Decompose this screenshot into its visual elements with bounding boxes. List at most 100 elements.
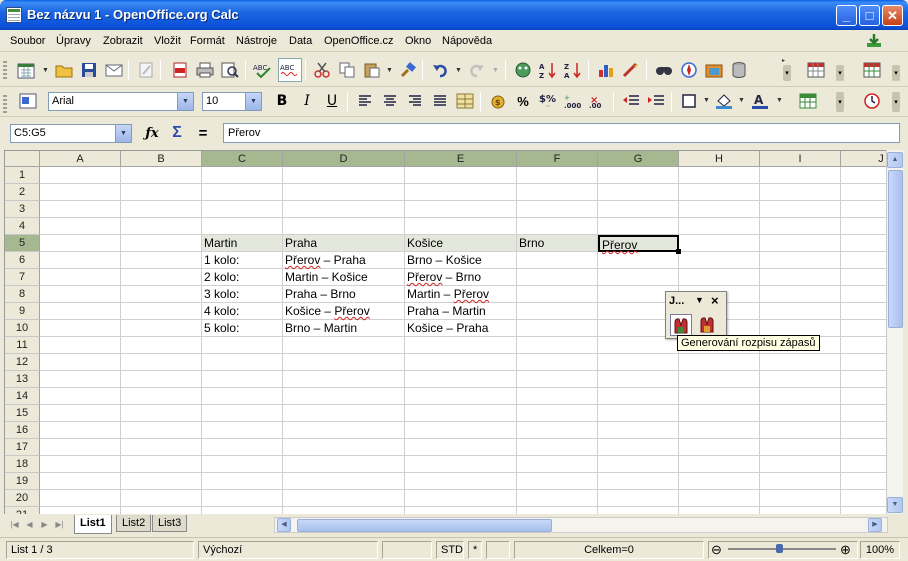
cell-j19[interactable] (841, 473, 886, 490)
cell-a6[interactable] (40, 252, 121, 269)
undo-icon[interactable] (430, 60, 450, 80)
cell-e17[interactable] (405, 439, 517, 456)
cell-d5[interactable]: Praha (283, 235, 405, 252)
paste-icon[interactable] (362, 60, 382, 80)
italic-icon[interactable]: I (297, 91, 317, 111)
cell-j21[interactable] (841, 507, 886, 514)
cell-g16[interactable] (598, 422, 679, 439)
cell-c3[interactable] (202, 201, 283, 218)
toolbar-options-arrow[interactable]: ▸ (782, 57, 785, 64)
cell-j13[interactable] (841, 371, 886, 388)
show-draw-functions-icon[interactable] (621, 60, 641, 80)
font-color-icon[interactable]: A (750, 91, 770, 111)
cell-e5[interactable]: Košice (405, 235, 517, 252)
background-dropdown-icon[interactable]: ▼ (738, 97, 745, 104)
cell-f19[interactable] (517, 473, 598, 490)
cell-h14[interactable] (679, 388, 760, 405)
sort-descending-icon[interactable]: ZA (563, 60, 583, 80)
cell-j18[interactable] (841, 456, 886, 473)
align-center-icon[interactable] (380, 91, 400, 111)
toolbar-options-button[interactable]: ▾ (836, 65, 844, 81)
menu-okno[interactable]: Okno (405, 35, 431, 47)
cell-f14[interactable] (517, 388, 598, 405)
maximize-button[interactable]: □ (859, 5, 880, 26)
cell-j3[interactable] (841, 201, 886, 218)
column-header-j[interactable]: J (841, 151, 886, 167)
generate-schedule-button[interactable] (670, 314, 692, 336)
merge-cells-icon[interactable] (455, 91, 475, 111)
cell-c5[interactable]: Martin (202, 235, 283, 252)
cell-d8[interactable]: Praha – Brno (283, 286, 405, 303)
underline-icon[interactable]: U (322, 91, 342, 111)
cell-f17[interactable] (517, 439, 598, 456)
fill-handle[interactable] (676, 249, 681, 254)
cell-e15[interactable] (405, 405, 517, 422)
cell-c9[interactable]: 4 kolo: (202, 303, 283, 320)
cell-f2[interactable] (517, 184, 598, 201)
cell-f5[interactable]: Brno (517, 235, 598, 252)
next-sheet-icon[interactable]: ▶ (38, 518, 51, 531)
cell-b20[interactable] (121, 490, 202, 507)
menu-nastroje[interactable]: Nástroje (236, 35, 277, 47)
menu-openoffice-cz[interactable]: OpenOffice.cz (324, 35, 394, 47)
cell-i20[interactable] (760, 490, 841, 507)
cell-e19[interactable] (405, 473, 517, 490)
find-replace-icon[interactable] (654, 60, 674, 80)
cell-b7[interactable] (121, 269, 202, 286)
cell-a9[interactable] (40, 303, 121, 320)
menu-soubor[interactable]: Soubor (10, 35, 45, 47)
scroll-up-button[interactable]: ▲ (887, 152, 903, 168)
cell-j1[interactable] (841, 167, 886, 184)
cell-j6[interactable] (841, 252, 886, 269)
cell-a11[interactable] (40, 337, 121, 354)
align-left-icon[interactable] (355, 91, 375, 111)
cell-j14[interactable] (841, 388, 886, 405)
currency-format-icon[interactable]: $ (488, 91, 508, 111)
close-icon[interactable]: × (711, 293, 719, 308)
cell-h4[interactable] (679, 218, 760, 235)
cell-j9[interactable] (841, 303, 886, 320)
cell-e13[interactable] (405, 371, 517, 388)
row-header-19[interactable]: 19 (5, 473, 40, 490)
row-header-5[interactable]: 5 (5, 235, 40, 252)
cell-g15[interactable] (598, 405, 679, 422)
toolbar-options-button[interactable]: ▾ (836, 92, 844, 112)
scroll-right-button[interactable]: ▶ (868, 518, 882, 532)
cell-f7[interactable] (517, 269, 598, 286)
zoom-in-icon[interactable]: ⊕ (840, 542, 851, 558)
email-document-icon[interactable] (104, 60, 124, 80)
copy-icon[interactable] (337, 60, 357, 80)
cell-j17[interactable] (841, 439, 886, 456)
column-header-a[interactable]: A (40, 151, 121, 167)
cell-j2[interactable] (841, 184, 886, 201)
menu-upravy[interactable]: Úpravy (56, 35, 91, 47)
close-button[interactable]: ✕ (882, 5, 903, 26)
cell-f21[interactable] (517, 507, 598, 514)
row-header-13[interactable]: 13 (5, 371, 40, 388)
cell-h16[interactable] (679, 422, 760, 439)
cell-i14[interactable] (760, 388, 841, 405)
gallery-icon[interactable] (704, 60, 724, 80)
cell-a7[interactable] (40, 269, 121, 286)
hyperlink-icon[interactable] (513, 60, 533, 80)
row-header-8[interactable]: 8 (5, 286, 40, 303)
cell-d4[interactable] (283, 218, 405, 235)
cell-e18[interactable] (405, 456, 517, 473)
cell-d6[interactable]: Přerov – Praha (283, 252, 405, 269)
row-header-9[interactable]: 9 (5, 303, 40, 320)
toolbar-options-button[interactable]: ▾ (892, 65, 900, 81)
minimize-button[interactable]: _ (836, 5, 857, 26)
cell-g7[interactable] (598, 269, 679, 286)
cell-i16[interactable] (760, 422, 841, 439)
cell-a17[interactable] (40, 439, 121, 456)
undo-dropdown-icon[interactable]: ▼ (455, 67, 462, 74)
sheet-tab-list3[interactable]: List3 (152, 515, 188, 532)
scroll-left-button[interactable]: ◀ (277, 518, 291, 532)
cell-a13[interactable] (40, 371, 121, 388)
cell-b5[interactable] (121, 235, 202, 252)
cell-b8[interactable] (121, 286, 202, 303)
cut-icon[interactable] (312, 60, 332, 80)
cell-a19[interactable] (40, 473, 121, 490)
cell-g18[interactable] (598, 456, 679, 473)
menu-format[interactable]: Formát (190, 35, 225, 47)
